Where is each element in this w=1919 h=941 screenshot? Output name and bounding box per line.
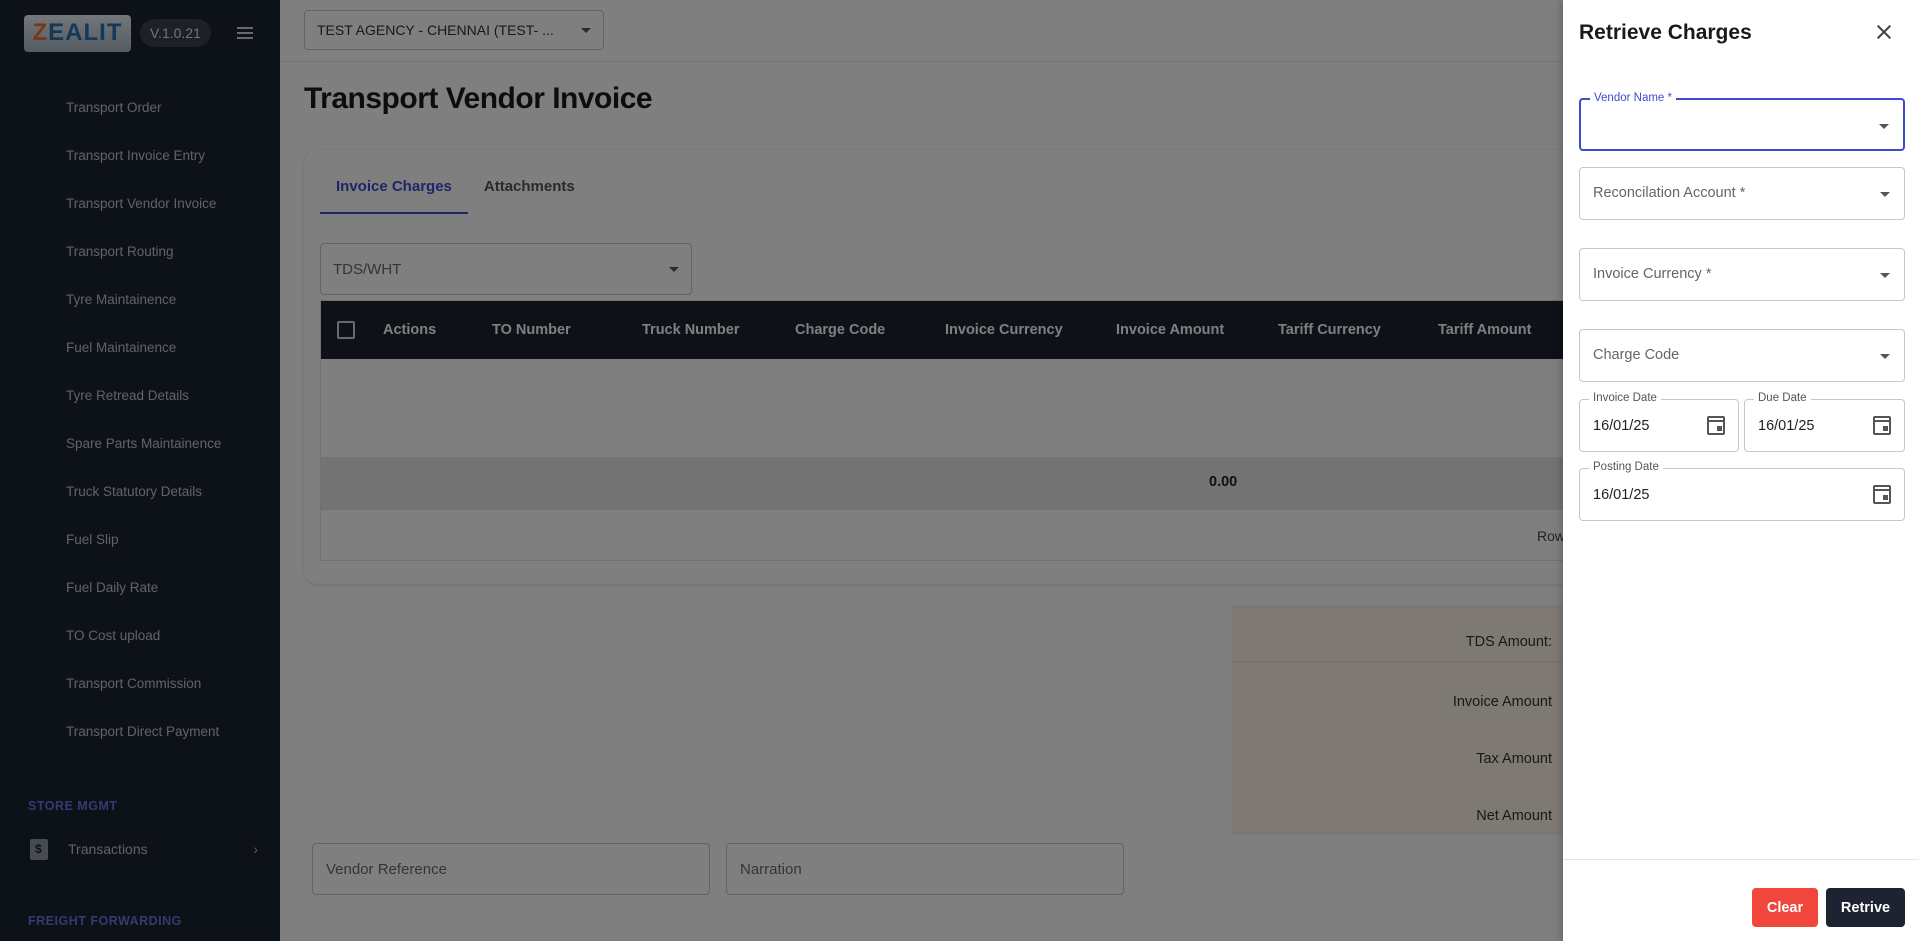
drawer-title: Retrieve Charges bbox=[1579, 21, 1752, 44]
vendor-name-label: Vendor Name * bbox=[1590, 92, 1676, 104]
caret-down-icon bbox=[1880, 192, 1890, 197]
clear-button[interactable]: Clear bbox=[1752, 888, 1818, 927]
due-date-field[interactable]: Due Date 16/01/25 bbox=[1744, 392, 1905, 452]
charge-code-select[interactable]: Charge Code bbox=[1579, 329, 1905, 382]
modal-backdrop[interactable] bbox=[0, 0, 1563, 941]
retrive-button[interactable]: Retrive bbox=[1826, 888, 1905, 927]
posting-date-value: 16/01/25 bbox=[1593, 487, 1650, 503]
caret-down-icon bbox=[1880, 273, 1890, 278]
reconciliation-account-select[interactable]: Reconcilation Account * bbox=[1579, 167, 1905, 220]
posting-date-label: Posting Date bbox=[1589, 461, 1663, 473]
calendar-icon[interactable] bbox=[1707, 416, 1725, 435]
invoice-currency-select[interactable]: Invoice Currency * bbox=[1579, 248, 1905, 301]
charge-code-placeholder: Charge Code bbox=[1593, 347, 1680, 363]
caret-down-icon bbox=[1880, 354, 1890, 359]
posting-date-field[interactable]: Posting Date 16/01/25 bbox=[1579, 461, 1905, 521]
invoice-date-value: 16/01/25 bbox=[1593, 418, 1650, 434]
drawer-footer-divider bbox=[1563, 859, 1919, 860]
caret-down-icon bbox=[1879, 124, 1889, 129]
calendar-icon[interactable] bbox=[1873, 416, 1891, 435]
vendor-name-select[interactable]: Vendor Name * bbox=[1579, 92, 1905, 151]
retrieve-charges-drawer: Retrieve Charges Vendor Name * Reconcila… bbox=[1563, 0, 1919, 941]
close-icon[interactable] bbox=[1874, 22, 1894, 42]
invoice-currency-placeholder: Invoice Currency * bbox=[1593, 266, 1712, 282]
due-date-value: 16/01/25 bbox=[1758, 418, 1815, 434]
due-date-label: Due Date bbox=[1754, 392, 1811, 404]
invoice-date-field[interactable]: Invoice Date 16/01/25 bbox=[1579, 392, 1739, 452]
calendar-icon[interactable] bbox=[1873, 485, 1891, 504]
invoice-date-label: Invoice Date bbox=[1589, 392, 1661, 404]
reconciliation-account-placeholder: Reconcilation Account * bbox=[1593, 185, 1746, 201]
